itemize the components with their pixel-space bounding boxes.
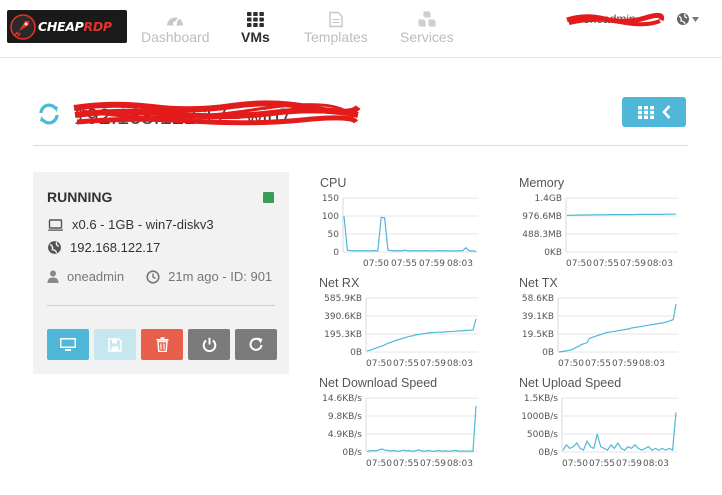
y-tick-label: 1.5KB/s	[524, 394, 558, 404]
y-tick-label: 500B/s	[527, 430, 558, 440]
x-tick-label: 08:03	[643, 459, 669, 469]
x-tick-label: 07:55	[589, 459, 615, 469]
series-line	[562, 412, 677, 452]
x-tick-label: 07:50	[562, 459, 588, 469]
y-tick-label: 1000B/s	[521, 412, 558, 422]
chart-5: 1.5KB/s 1000B/s 500B/s 0B/s 07:50 07:55 07:59 0…	[521, 394, 678, 469]
y-tick-label: 0B/s	[538, 448, 558, 458]
x-tick-label: 07:59	[616, 459, 642, 469]
